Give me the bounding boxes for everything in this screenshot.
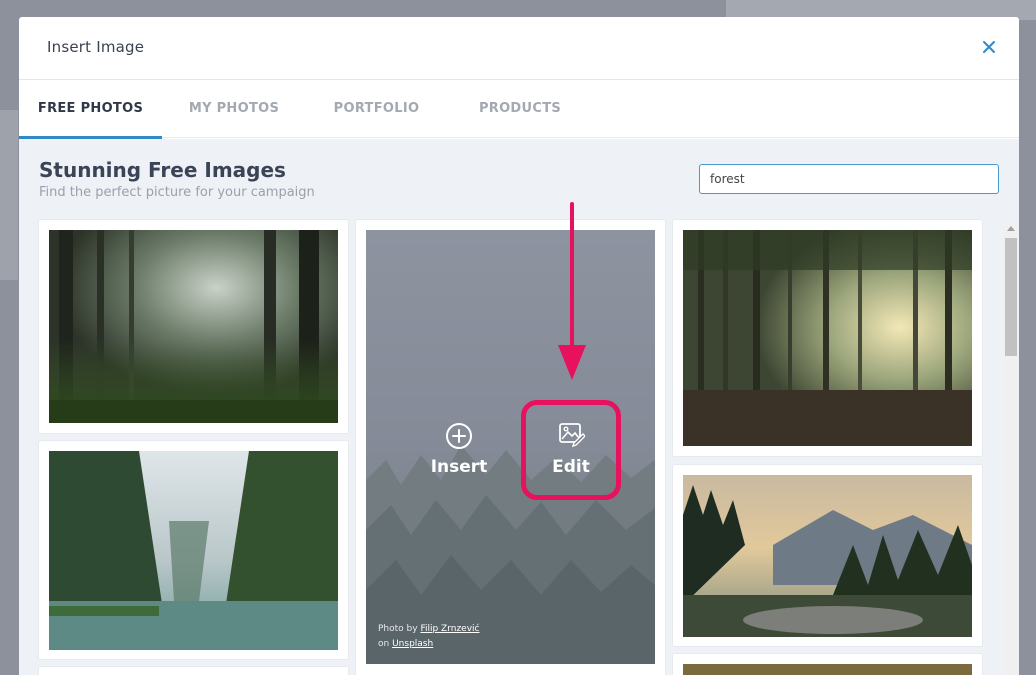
scrollbar-thumb[interactable] (1005, 238, 1017, 356)
credit-source-link[interactable]: Unsplash (392, 639, 433, 649)
modal-title: Insert Image (47, 38, 145, 56)
forest-photo-1 (49, 230, 338, 423)
tab-portfolio[interactable]: PORTFOLIO (319, 80, 434, 138)
credit-on: on (378, 639, 390, 649)
image-browser: Stunning Free Images Find the perfect pi… (19, 139, 1019, 675)
credit-author-link[interactable]: Filip Zrnzević (420, 624, 479, 634)
scroll-up-icon[interactable] (1007, 226, 1015, 231)
background-panel (0, 110, 18, 280)
tab-products[interactable]: PRODUCTS (461, 80, 579, 138)
credit-prefix: Photo by (378, 624, 418, 634)
photo-card[interactable] (673, 654, 982, 675)
photo-card[interactable] (673, 465, 982, 646)
plus-circle-icon (424, 422, 494, 455)
insert-label: Insert (430, 457, 488, 477)
photo-card[interactable] (39, 220, 348, 433)
page-title: Stunning Free Images (39, 158, 286, 182)
mountain-forest-photo (683, 475, 972, 637)
forest-photo-4 (683, 664, 972, 675)
photo-credit-line-2: on Unsplash (378, 639, 433, 649)
modal-header: Insert Image (19, 17, 1019, 80)
insert-image-modal: Insert Image FREE PHOTOS MY PHOTOS PORTF… (19, 17, 1019, 675)
insert-button[interactable]: Insert (424, 422, 494, 477)
tab-bar: FREE PHOTOS MY PHOTOS PORTFOLIO PRODUCTS (19, 80, 1019, 139)
close-icon[interactable] (979, 37, 999, 57)
search-input[interactable] (699, 164, 999, 194)
forest-photo-3 (683, 230, 972, 446)
photo-card[interactable] (39, 667, 348, 675)
tab-my-photos[interactable]: MY PHOTOS (174, 80, 294, 138)
forest-photo-2 (49, 451, 338, 650)
scrollbar[interactable] (1004, 223, 1018, 675)
tab-free-photos[interactable]: FREE PHOTOS (19, 80, 162, 139)
annotation-arrow (558, 202, 586, 380)
photo-credit-line-1: Photo by Filip Zrnzević (378, 624, 480, 634)
photo-card[interactable] (673, 220, 982, 456)
annotation-highlight (521, 400, 621, 500)
page-subtitle: Find the perfect picture for your campai… (39, 185, 315, 200)
photo-card[interactable] (39, 441, 348, 659)
